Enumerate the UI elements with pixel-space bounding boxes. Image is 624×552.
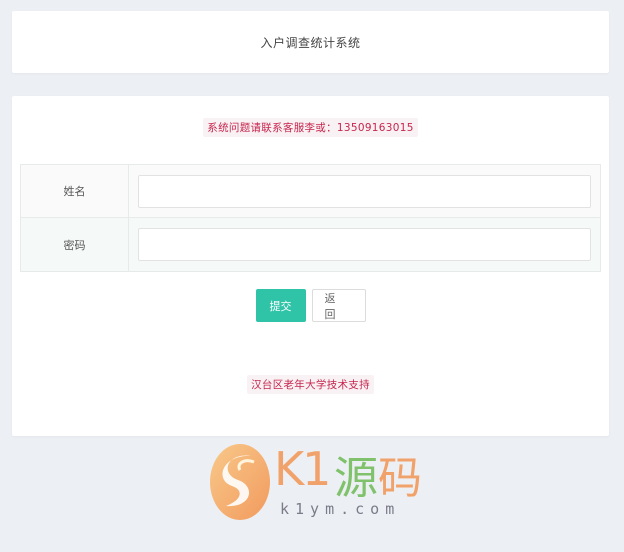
support-note: 汉台区老年大学技术支持 [12,373,609,394]
form-row-password: 密码 [21,218,600,271]
watermark-yuanma: 源码 [334,442,422,506]
support-note-text: 汉台区老年大学技术支持 [247,375,374,394]
watermark-yuan: 源 [334,453,378,504]
password-label: 密码 [21,218,129,271]
submit-button[interactable]: 提交 [255,289,306,322]
contact-notice-text: 系统问题请联系客服李或：13509163015 [203,118,418,137]
watermark-logo-icon [210,444,270,520]
form-row-name: 姓名 [21,165,600,218]
name-label: 姓名 [21,165,129,217]
login-card: 系统问题请联系客服李或：13509163015 姓名 密码 提交 返 回 汉台区… [12,96,609,436]
name-input[interactable] [138,174,591,208]
password-cell [129,218,600,271]
name-cell [129,165,600,217]
watermark-k1: K1 [274,442,331,496]
header-card: 入户调查统计系统 [12,11,609,73]
back-button[interactable]: 返 回 [311,289,366,322]
contact-notice: 系统问题请联系客服李或：13509163015 [12,116,609,137]
login-form: 姓名 密码 [20,164,601,272]
watermark-domain: k1ym.com [280,500,401,518]
password-input[interactable] [138,228,591,261]
button-group: 提交 返 回 [12,289,609,322]
watermark-ma: 码 [378,453,422,504]
watermark: K1 源码 k1ym.com [208,438,428,528]
app-title: 入户调查统计系统 [260,35,361,50]
